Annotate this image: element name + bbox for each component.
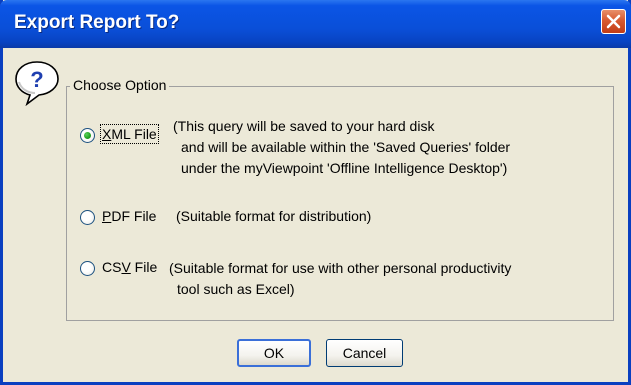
option-pdf-description: (Suitable format for distribution) bbox=[176, 206, 371, 227]
group-legend: Choose Option bbox=[70, 77, 170, 93]
close-button[interactable] bbox=[601, 9, 626, 34]
close-icon bbox=[606, 14, 621, 29]
option-xml-label[interactable]: XML File bbox=[100, 124, 159, 144]
description-line: and will be available within the 'Saved … bbox=[181, 139, 511, 155]
svg-text:?: ? bbox=[30, 67, 43, 92]
radio-csv[interactable] bbox=[80, 261, 95, 276]
help-question-icon: ? bbox=[15, 61, 59, 106]
title-bar[interactable]: Export Report To? bbox=[0, 0, 631, 48]
description-line: tool such as Excel) bbox=[177, 281, 295, 297]
ok-button[interactable]: OK bbox=[237, 339, 311, 367]
option-csv-description: (Suitable format for use with other pers… bbox=[169, 258, 511, 300]
description-line: (This query will be saved to your hard d… bbox=[173, 118, 435, 134]
cancel-button[interactable]: Cancel bbox=[326, 339, 403, 367]
description-line: under the myViewpoint 'Offline Intellige… bbox=[181, 160, 508, 176]
option-pdf-label[interactable]: PDF File bbox=[102, 208, 156, 224]
window-title: Export Report To? bbox=[14, 12, 180, 33]
radio-xml[interactable] bbox=[80, 128, 95, 143]
radio-selected-dot bbox=[84, 132, 91, 139]
radio-pdf[interactable] bbox=[80, 210, 95, 225]
option-xml-description: (This query will be saved to your hard d… bbox=[173, 116, 510, 179]
description-line: (Suitable format for distribution) bbox=[176, 208, 372, 224]
description-line: (Suitable format for use with other pers… bbox=[169, 260, 512, 276]
export-dialog: Export Report To? ? Choose Option XML Fi… bbox=[0, 0, 631, 385]
option-csv-label[interactable]: CSV File bbox=[102, 259, 157, 275]
